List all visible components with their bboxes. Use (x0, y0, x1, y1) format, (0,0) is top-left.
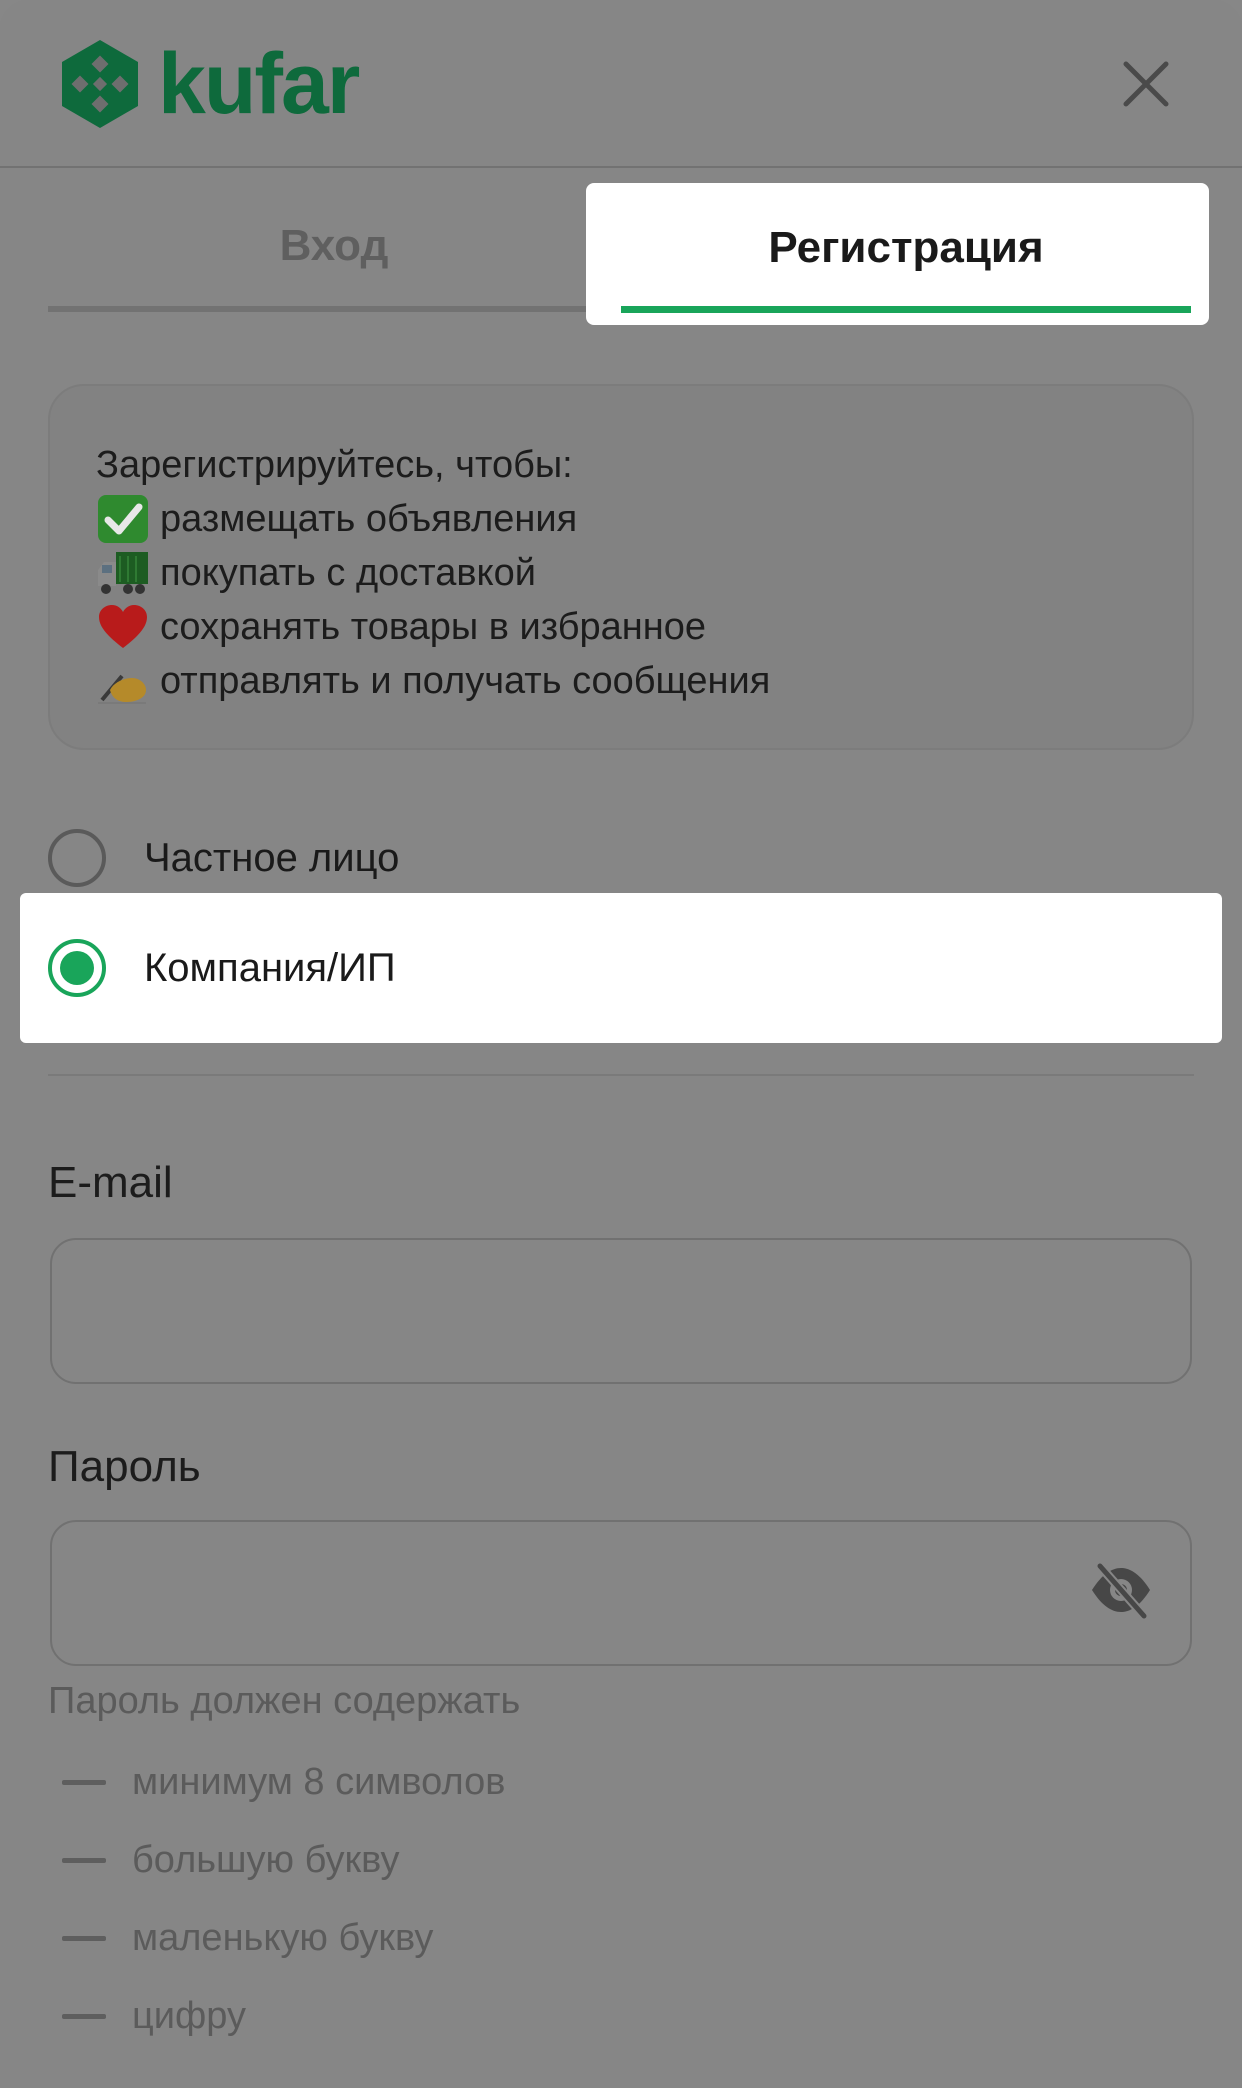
password-rule: минимум 8 символов (62, 1752, 505, 1812)
benefit-text: размещать объявления (160, 498, 578, 540)
header: kufar (0, 0, 1242, 168)
password-label: Пароль (48, 1442, 201, 1491)
writing-hand-emoji-icon (98, 674, 146, 704)
registration-sheet: kufar Вход Регистрация Зарегистрируйтесь… (0, 0, 1242, 2088)
radio-label: Частное лицо (144, 835, 400, 880)
kufar-logo-mark-icon (62, 40, 138, 128)
password-rule: цифру (62, 1986, 246, 2046)
radio-button[interactable] (48, 829, 106, 887)
registration-benefits-box: Зарегистрируйтесь, чтобы: размещать объя… (48, 384, 1194, 750)
radio-label: Компания/ИП (144, 945, 396, 990)
email-label: E-mail (48, 1158, 173, 1207)
check-mark-emoji-icon (98, 495, 148, 543)
dash-icon (62, 2013, 106, 2019)
password-rule: маленькую букву (62, 1908, 433, 1968)
tab-login[interactable]: Вход (48, 190, 620, 312)
tab-register[interactable]: Регистрация (621, 183, 1191, 313)
close-icon[interactable] (1120, 58, 1172, 110)
benefit-item: покупать с доставкой (96, 546, 1146, 600)
benefit-item: размещать объявления (96, 492, 1146, 546)
truck-emoji-icon (98, 552, 148, 594)
password-rule: большую букву (62, 1830, 399, 1890)
password-rule-text: маленькую букву (132, 1916, 434, 1959)
divider (48, 1074, 1194, 1076)
tab-register-highlight: Регистрация (586, 183, 1209, 325)
password-rule-text: минимум 8 символов (132, 1760, 506, 1803)
dash-icon (62, 1857, 106, 1863)
logo: kufar (58, 36, 360, 132)
password-field[interactable] (50, 1520, 1192, 1666)
eye-slash-icon[interactable] (1088, 1560, 1154, 1620)
dash-icon (62, 1779, 106, 1785)
benefits-title: Зарегистрируйтесь, чтобы: (96, 438, 1146, 492)
benefit-text: сохранять товары в избранное (160, 606, 706, 648)
radio-company[interactable]: Компания/ИП (48, 928, 1198, 1008)
benefit-text: покупать с доставкой (160, 552, 536, 594)
dash-icon (62, 1935, 106, 1941)
email-field[interactable] (50, 1238, 1192, 1384)
heart-emoji-icon (99, 605, 147, 648)
benefit-text: отправлять и получать сообщения (160, 660, 771, 702)
benefit-item: сохранять товары в избранное (96, 600, 1146, 654)
benefit-item: отправлять и получать сообщения (96, 654, 1146, 708)
password-rule-text: цифру (132, 1994, 246, 2037)
benefits-title-text: Зарегистрируйтесь, чтобы: (96, 444, 573, 486)
radio-private-person[interactable]: Частное лицо (48, 818, 1198, 898)
logo-text: kufar (158, 36, 360, 132)
radio-button-selected[interactable] (48, 939, 106, 997)
password-rule-text: большую букву (132, 1838, 400, 1881)
password-rules-title: Пароль должен содержать (48, 1680, 521, 1722)
